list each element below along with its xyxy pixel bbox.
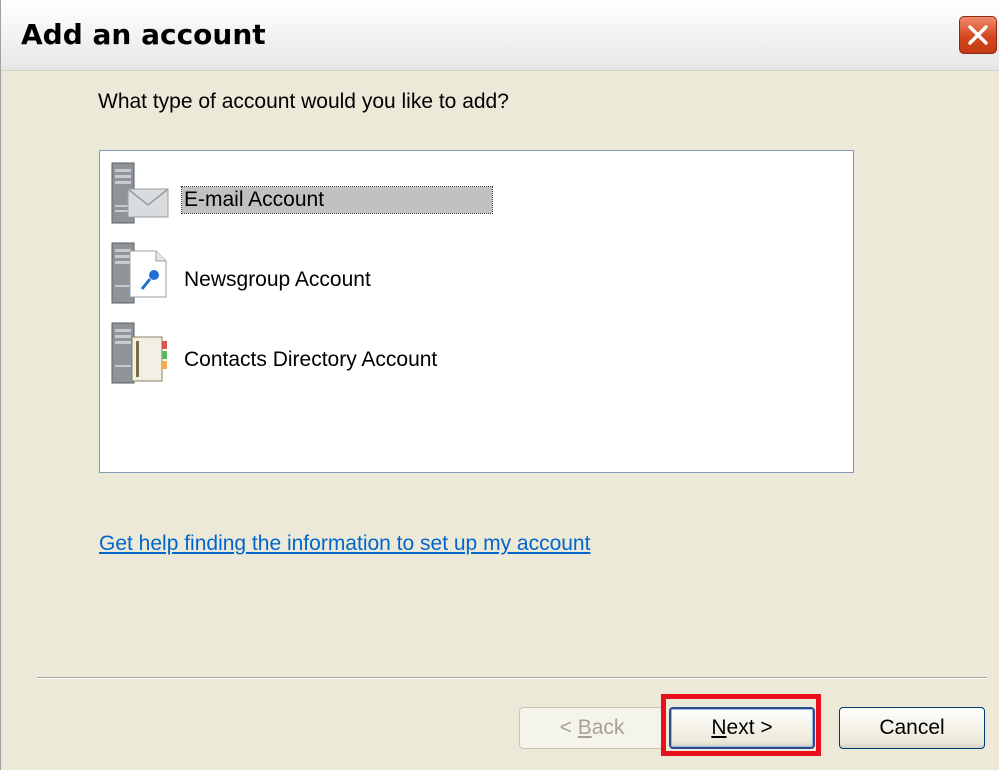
account-option-contacts-directory[interactable]: Contacts Directory Account xyxy=(110,321,510,391)
close-icon xyxy=(968,25,988,45)
back-button-prefix: < xyxy=(559,716,578,739)
account-option-email[interactable]: E-mail Account xyxy=(110,161,510,231)
add-account-dialog: Add an account What type of account woul… xyxy=(0,0,999,770)
window-title: Add an account xyxy=(21,18,266,51)
account-type-list[interactable]: E-mail Account Newsgroup Account Contact… xyxy=(99,150,854,473)
email-server-icon xyxy=(111,162,169,224)
account-option-label: E-mail Account xyxy=(181,186,493,214)
back-button[interactable]: < Back xyxy=(519,707,665,749)
account-option-newsgroup[interactable]: Newsgroup Account xyxy=(110,241,510,311)
newsgroup-server-icon xyxy=(111,242,167,304)
help-link[interactable]: Get help finding the information to set … xyxy=(99,532,590,556)
next-button[interactable]: Next > xyxy=(669,707,815,749)
account-option-label: Newsgroup Account xyxy=(184,268,371,291)
back-button-label: ack xyxy=(591,716,625,739)
account-option-label: Contacts Directory Account xyxy=(184,348,438,371)
next-button-label: ext > xyxy=(726,716,773,739)
close-button[interactable] xyxy=(959,16,997,54)
account-type-prompt: What type of account would you like to a… xyxy=(98,90,509,113)
contacts-directory-server-icon xyxy=(111,322,167,384)
title-bar[interactable]: Add an account xyxy=(1,0,999,71)
cancel-button[interactable]: Cancel xyxy=(839,707,985,749)
button-separator xyxy=(37,677,987,679)
back-button-accelerator: B xyxy=(577,716,592,739)
next-button-accelerator: N xyxy=(711,716,727,739)
